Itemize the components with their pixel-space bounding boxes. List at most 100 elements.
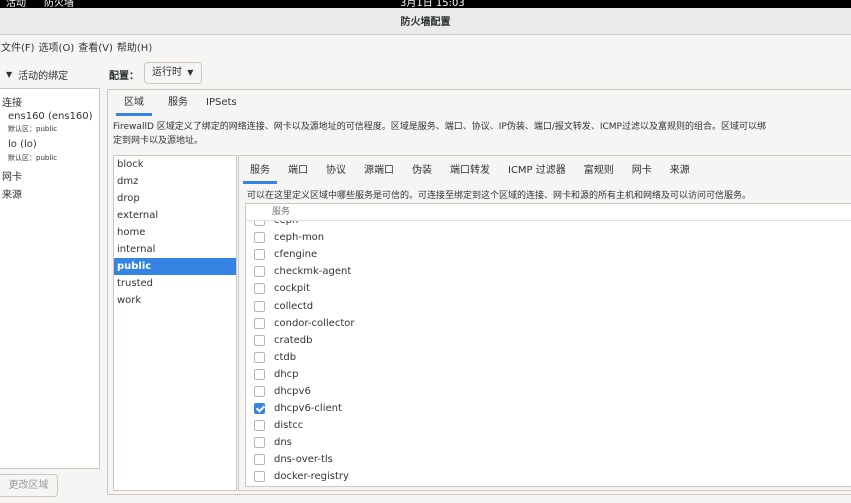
service-name: dns	[274, 437, 292, 449]
service-name: ceph-mon	[274, 232, 325, 244]
interfaces-label: 网卡	[2, 172, 22, 183]
services-column-header[interactable]: 服务	[246, 204, 851, 221]
service-row: dhcpv6	[246, 383, 851, 400]
tab-zone-port-forward[interactable]: 端口转发	[443, 159, 497, 183]
zone-item-dmz[interactable]: dmz	[114, 173, 236, 190]
service-checkbox[interactable]	[254, 300, 265, 312]
service-name: distcc	[274, 420, 304, 432]
service-name: ctdb	[274, 351, 297, 363]
tab-zone-source-ports[interactable]: 源端口	[357, 159, 401, 183]
service-name: dns-over-tls	[274, 454, 333, 466]
config-value: 运行时	[152, 67, 182, 78]
connections-label: 连接	[2, 98, 22, 109]
service-row: cockpit	[246, 280, 851, 297]
service-row: cfengine	[246, 246, 851, 263]
service-checkbox[interactable]	[254, 249, 265, 261]
service-checkbox[interactable]	[254, 403, 265, 415]
tab-zone-sources[interactable]: 来源	[663, 159, 697, 183]
zone-list: block dmz drop external home internal pu…	[113, 155, 237, 491]
service-row: cratedb	[246, 332, 851, 349]
service-checkbox[interactable]	[254, 232, 265, 244]
service-row: ctdb	[246, 349, 851, 366]
service-checkbox[interactable]	[254, 266, 265, 278]
connection-ens160[interactable]: ens160 (ens160)	[8, 111, 93, 122]
service-name: collectd	[274, 300, 314, 312]
services-rows: cephceph-moncfenginecheckmk-agentcockpit…	[246, 212, 851, 486]
service-name: dhcpv6	[274, 385, 311, 397]
dropdown-arrow-icon: ▼	[187, 68, 194, 77]
active-bindings-label: 活动的绑定	[18, 70, 69, 82]
service-checkbox[interactable]	[254, 437, 265, 449]
menu-file[interactable]: 文件(F)	[1, 39, 39, 54]
services-list: 服务 cephceph-moncfenginecheckmk-agentcock…	[245, 203, 851, 487]
zone-item-internal[interactable]: internal	[114, 241, 236, 258]
service-name: dhcpv6-client	[274, 403, 342, 415]
config-label: 配置：	[109, 71, 139, 82]
service-checkbox[interactable]	[254, 334, 265, 346]
service-row: checkmk-agent	[246, 263, 851, 280]
tab-zone-services[interactable]: 服务	[243, 159, 277, 184]
tab-ipsets[interactable]: IPSets	[198, 90, 245, 116]
service-row: ceph-mon	[246, 229, 851, 246]
tab-zone-ports[interactable]: 端口	[281, 159, 315, 183]
zone-settings: 服务 端口 协议 源端口 伪装 端口转发 ICMP 过滤器 富规则 网卡 来源 …	[238, 155, 851, 491]
tab-services[interactable]: 服务	[160, 90, 196, 116]
chevron-down-icon: ▼	[6, 69, 13, 79]
clock[interactable]: 3月1日 15:03	[400, 0, 465, 8]
service-name: dhcp	[274, 368, 299, 380]
tab-zone-interfaces[interactable]: 网卡	[625, 159, 659, 183]
zone-item-home[interactable]: home	[114, 224, 236, 241]
app-menu[interactable]: 防火墙	[44, 0, 74, 8]
zone-description-line1: FirewallD 区域定义了绑定的网络连接、网卡以及源地址的可信程度。区域是服…	[113, 122, 766, 132]
zone-item-trusted[interactable]: trusted	[114, 275, 236, 292]
service-name: cfengine	[274, 249, 318, 261]
service-row: dns	[246, 434, 851, 451]
tab-zone-icmp-filter[interactable]: ICMP 过滤器	[501, 159, 573, 183]
zone-item-drop[interactable]: drop	[114, 190, 236, 207]
active-bindings-toggle[interactable]: ▼ 活动的绑定	[0, 62, 100, 86]
service-checkbox[interactable]	[254, 368, 265, 380]
zone-item-work[interactable]: work	[114, 292, 236, 309]
top-bar: 活动 防火墙 3月1日 15:03	[0, 0, 851, 8]
zone-description-line2: 定到网卡以及源地址。	[113, 136, 204, 146]
service-checkbox[interactable]	[254, 351, 265, 363]
service-checkbox[interactable]	[254, 420, 265, 432]
zone-item-block[interactable]: block	[114, 156, 236, 173]
active-bindings-panel: 连接 ens160 (ens160) 默认区：public lo (lo) 默认…	[0, 88, 100, 469]
service-checkbox[interactable]	[254, 471, 265, 483]
window-title: 防火墙配置	[0, 8, 851, 35]
change-zone-button[interactable]: 更改区域	[0, 474, 58, 497]
service-checkbox[interactable]	[254, 283, 265, 295]
service-row: dhcpv6-client	[246, 400, 851, 417]
zone-description: FirewallD 区域定义了绑定的网络连接、网卡以及源地址的可信程度。区域是服…	[113, 120, 851, 148]
service-checkbox[interactable]	[254, 317, 265, 329]
service-row: dhcp	[246, 366, 851, 383]
menu-help[interactable]: 帮助(H)	[117, 39, 156, 54]
service-checkbox[interactable]	[254, 454, 265, 466]
tab-zones[interactable]: 区域	[116, 90, 152, 116]
tab-zone-protocols[interactable]: 协议	[319, 159, 353, 183]
menu-options[interactable]: 选项(O)	[39, 39, 79, 54]
zone-tabs: 服务 端口 协议 源端口 伪装 端口转发 ICMP 过滤器 富规则 网卡 来源	[239, 159, 697, 184]
activities-button[interactable]: 活动	[6, 0, 26, 8]
zone-item-public[interactable]: public	[114, 258, 236, 275]
service-name: cratedb	[274, 334, 313, 346]
service-row: dns-over-tls	[246, 451, 851, 468]
menu-view[interactable]: 查看(V)	[78, 39, 117, 54]
tab-zone-masquerade[interactable]: 伪装	[405, 159, 439, 183]
service-row: condor-collector	[246, 315, 851, 332]
tab-zone-rich-rules[interactable]: 富规则	[577, 159, 621, 183]
service-row: docker-registry	[246, 468, 851, 485]
services-description: 可以在这里定义区域中哪些服务是可信的。可连接至绑定到这个区域的连接、网卡和源的所…	[247, 191, 752, 201]
service-checkbox[interactable]	[254, 385, 265, 397]
service-name: condor-collector	[274, 317, 355, 329]
connection-lo[interactable]: lo (lo)	[8, 139, 37, 150]
outer-tabs: 区域 服务 IPSets	[108, 90, 851, 116]
service-row: collectd	[246, 297, 851, 314]
sources-label: 来源	[2, 190, 22, 201]
service-name: cockpit	[274, 283, 310, 295]
service-name: docker-registry	[274, 471, 349, 483]
zone-item-external[interactable]: external	[114, 207, 236, 224]
main-area: 区域 服务 IPSets FirewallD 区域定义了绑定的网络连接、网卡以及…	[107, 89, 851, 495]
config-dropdown[interactable]: 运行时 ▼	[144, 62, 202, 84]
